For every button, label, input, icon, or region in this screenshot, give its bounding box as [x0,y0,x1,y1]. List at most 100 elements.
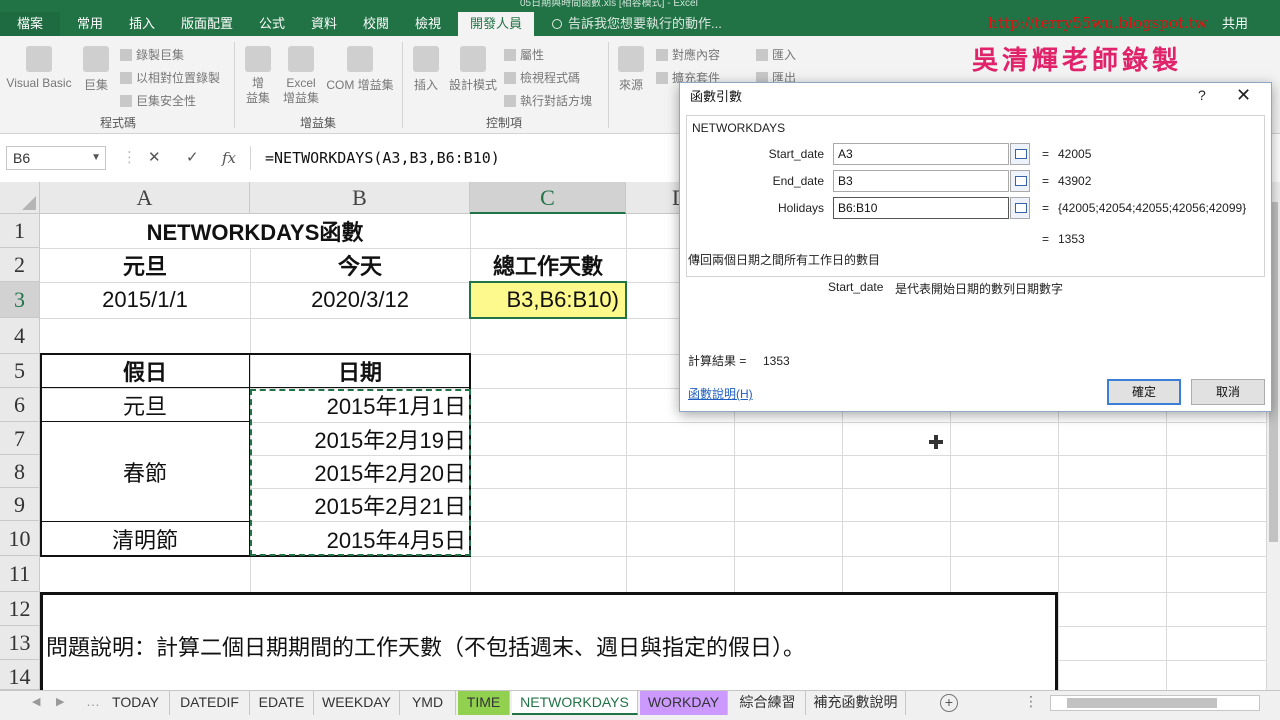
row-header[interactable]: 10 [0,521,40,556]
header-date[interactable]: 日期 [250,354,470,388]
sheet-tab-today[interactable]: TODAY [102,691,170,715]
com-addins-button[interactable]: COM 增益集 [324,46,396,93]
tab-page-layout[interactable]: 版面配置 [172,12,242,36]
add-sheet-button[interactable]: + [940,694,958,712]
row-header[interactable]: 3 [0,282,40,318]
macro-security-button[interactable]: 巨集安全性 [120,92,196,109]
end-date-input[interactable]: B3 [833,170,1009,192]
visual-basic-button[interactable]: Visual Basic [6,46,72,90]
select-all-button[interactable] [0,182,40,214]
scroll-thumb[interactable] [1067,698,1217,708]
tab-file[interactable]: 檔案 [0,12,60,36]
row-header[interactable]: 4 [0,318,40,354]
name-box[interactable]: B6 ▼ [6,146,106,170]
watermark-author: 吳清輝老師錄製 [972,46,1183,76]
design-mode-button[interactable]: 設計模式 [448,46,498,93]
tab-split-handle[interactable]: ⋮ [1024,693,1038,710]
insert-control-button[interactable]: 插入 [408,46,444,93]
close-button[interactable]: ✕ [1236,85,1251,106]
row-header[interactable]: 8 [0,455,40,488]
map-properties-button[interactable]: 對應內容 [656,46,720,63]
properties-button[interactable]: 屬性 [504,46,544,63]
holidays-input[interactable]: B6:B10 [833,197,1009,219]
gear-icon [288,46,314,72]
excel-addins-button[interactable]: Excel 增益集 [280,46,322,106]
record-macro-button[interactable]: 錄製巨集 [120,46,184,63]
insert-function-button[interactable]: fx [222,146,236,170]
xml-import-button[interactable]: 匯入 [756,46,796,63]
row-header[interactable]: 5 [0,354,40,388]
run-dialog-button[interactable]: 執行對話方塊 [504,92,592,109]
dialog-title[interactable]: 函數引數 [680,83,1271,111]
chevron-down-icon[interactable]: ▼ [91,147,101,169]
start-date-input[interactable]: A3 [833,143,1009,165]
header-total-workdays[interactable]: 總工作天數 [470,248,626,282]
chevron-right-icon[interactable]: ▶ [56,695,64,708]
group-label-controls: 控制項 [485,116,522,130]
row-header[interactable]: 14 [0,660,40,690]
sheet-tab-weekday[interactable]: WEEKDAY [314,691,400,715]
share-button[interactable]: 共用 [1222,12,1248,36]
row-header[interactable]: 7 [0,422,40,455]
column-header-b[interactable]: B [250,182,470,214]
row-header[interactable]: 12 [0,592,40,626]
row-header[interactable]: 6 [0,388,40,422]
horizontal-scrollbar[interactable] [1050,695,1260,711]
sheet-tab-edate[interactable]: EDATE [250,691,314,715]
sheet-tab-ymd[interactable]: YMD [400,691,456,715]
holiday-name[interactable]: 清明節 [40,521,250,556]
row-header[interactable]: 9 [0,488,40,521]
sheet-tab-networkdays[interactable]: NETWORKDAYS [512,691,638,715]
mouse-cursor-icon [929,435,943,449]
xml-source-button[interactable]: 來源 [614,46,648,93]
help-link[interactable]: 函數說明(H) [688,385,753,402]
cell-start-date[interactable]: 2015/1/1 [40,282,250,318]
collapse-dialog-icon[interactable] [1010,170,1030,192]
ok-button[interactable]: 確定 [1107,379,1181,405]
active-cell-editor[interactable]: B3,B6:B10) [469,281,627,319]
sheet-tab-time[interactable]: TIME [458,691,510,715]
row-header[interactable]: 13 [0,626,40,660]
chevron-left-icon[interactable]: ◀ [32,695,40,708]
tab-developer[interactable]: 開發人員 [458,12,534,36]
enter-formula-button[interactable]: ✓ [186,146,199,170]
column-header-c[interactable]: C [470,182,626,214]
more-sheets-icon[interactable]: … [86,693,100,709]
map-properties-label: 對應內容 [672,48,721,62]
row-header[interactable]: 11 [0,556,40,592]
cancel-button[interactable]: 取消 [1191,379,1265,405]
cell-today[interactable]: 2020/3/12 [250,282,470,318]
note-text: 問題說明：計算二個日期期間的工作天數（不包括週末、週日與指定的假日）。 [46,635,806,660]
tell-me-box[interactable]: 告訴我您想要執行的動作... [552,12,722,36]
row-header[interactable]: 1 [0,214,40,248]
collapse-dialog-icon[interactable] [1010,197,1030,219]
view-code-button[interactable]: 檢視程式碼 [504,69,580,86]
sheet-tab-datedif[interactable]: DATEDIF [170,691,250,715]
header-start-date[interactable]: 元旦 [40,248,250,282]
range-marquee [250,389,471,556]
header-today[interactable]: 今天 [250,248,470,282]
addins-button[interactable]: 增 益集 [240,46,276,106]
help-button[interactable]: ? [1198,87,1206,103]
arg-label-start-date: Start_date [768,147,824,161]
row-header[interactable]: 2 [0,248,40,282]
header-holiday[interactable]: 假日 [40,354,250,388]
sheet-tab-workday[interactable]: WORKDAY [640,691,728,715]
holiday-name[interactable]: 春節 [40,422,250,521]
sheet-title[interactable]: NETWORKDAYS函數 [40,214,470,248]
cancel-formula-button[interactable]: ✕ [148,146,161,170]
tab-view[interactable]: 檢視 [406,12,450,36]
tab-data[interactable]: 資料 [302,12,346,36]
view-code-label: 檢視程式碼 [520,71,581,85]
tab-insert[interactable]: 插入 [120,12,164,36]
collapse-dialog-icon[interactable] [1010,143,1030,165]
tab-home[interactable]: 常用 [68,12,112,36]
column-header-a[interactable]: A [40,182,250,214]
holiday-name[interactable]: 元旦 [40,388,250,422]
tab-formulas[interactable]: 公式 [250,12,294,36]
sheet-tab-supplement[interactable]: 補充函數說明 [806,691,906,715]
sheet-tab-exercises[interactable]: 綜合練習 [730,691,806,715]
macros-button[interactable]: 巨集 [78,46,114,93]
tab-review[interactable]: 校閱 [354,12,398,36]
relative-refs-button[interactable]: 以相對位置錄製 [120,69,220,86]
